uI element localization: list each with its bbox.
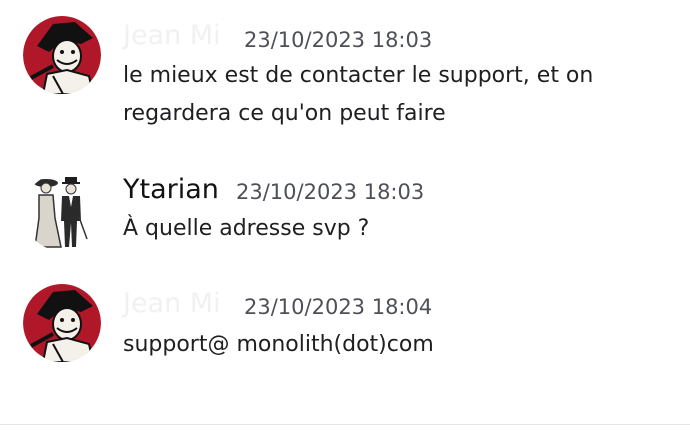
message-item: Jean Mi 23/10/2023 18:04 support@ monoli…	[0, 266, 690, 376]
chat-log: Jean Mi 23/10/2023 18:03 le mieux est de…	[0, 0, 690, 435]
username[interactable]: Jean Mi	[123, 288, 221, 319]
user-avatar[interactable]	[23, 284, 101, 362]
message-item: Jean Mi 23/10/2023 18:03 le mieux est de…	[0, 0, 690, 140]
message-text: À quelle adresse svp ?	[123, 216, 370, 241]
user-avatar[interactable]	[23, 16, 101, 94]
message-text: support@ monolith(dot)com	[123, 332, 434, 357]
divider	[0, 424, 690, 425]
user-avatar[interactable]	[23, 173, 101, 251]
username[interactable]: Jean Mi	[123, 20, 221, 51]
message-timestamp: 23/10/2023 18:04	[244, 295, 433, 319]
message-timestamp: 23/10/2023 18:03	[236, 180, 425, 204]
message-text: le mieux est de contacter le support, et…	[123, 63, 594, 126]
red-caricature-avatar-icon	[23, 284, 101, 362]
username[interactable]: Ytarian	[123, 174, 219, 205]
message-item: Ytarian 23/10/2023 18:03 À quelle adress…	[0, 150, 690, 260]
vintage-couple-avatar-icon	[23, 173, 101, 251]
red-caricature-avatar-icon	[23, 16, 101, 94]
message-timestamp: 23/10/2023 18:03	[244, 28, 433, 52]
